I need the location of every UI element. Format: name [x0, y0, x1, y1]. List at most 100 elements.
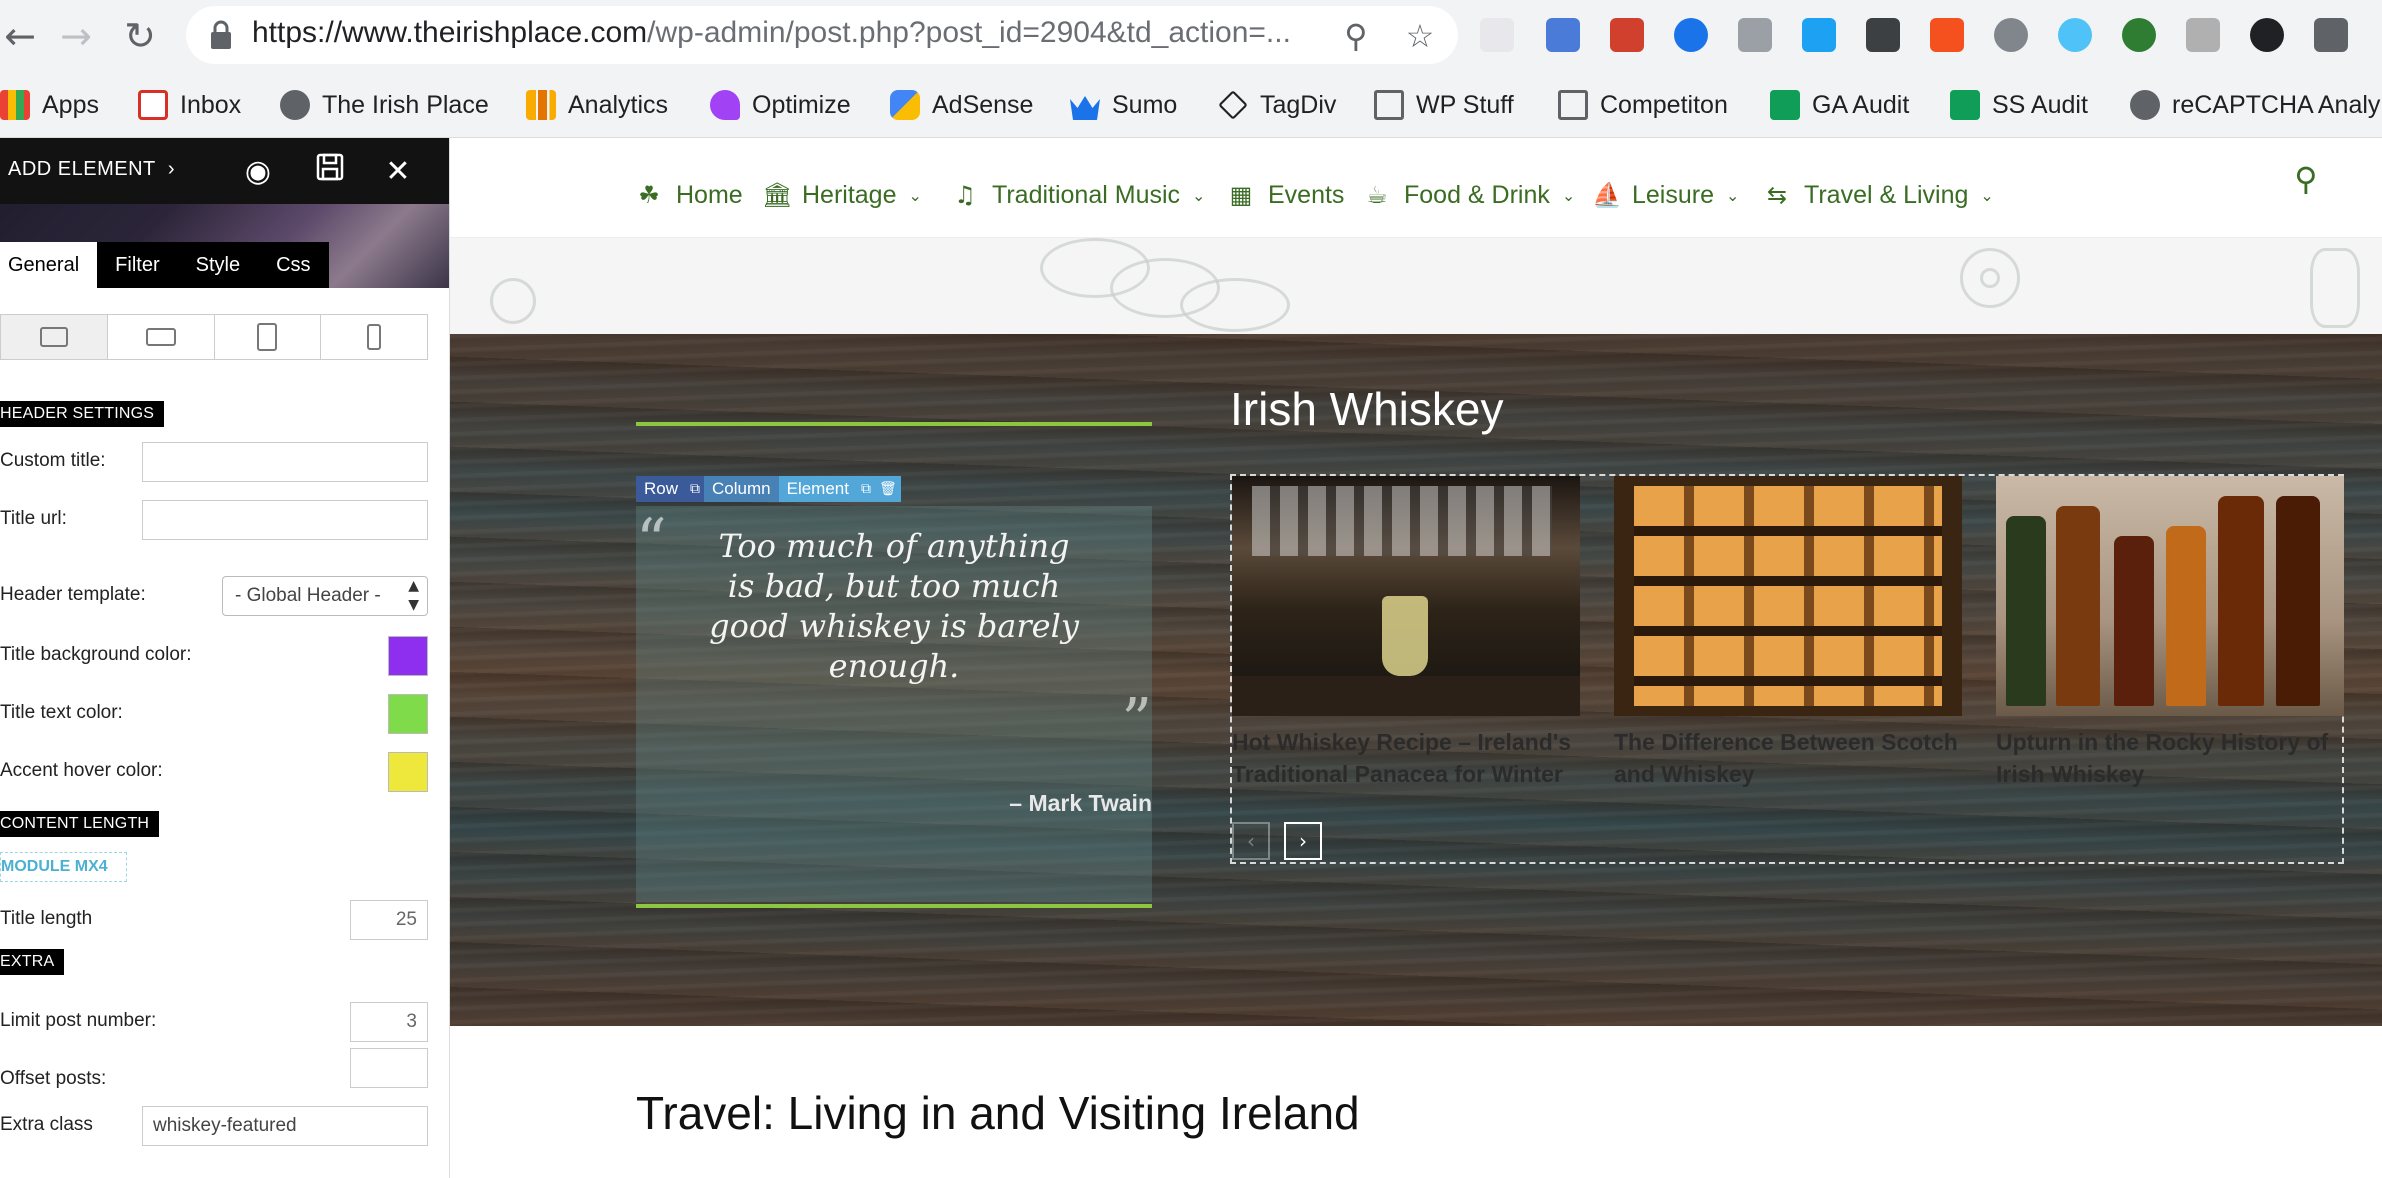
extension-icon[interactable]	[1994, 18, 2028, 52]
zoom-search-icon[interactable]: ⚲	[1336, 16, 1376, 56]
bookmark-recaptcha[interactable]: reCAPTCHA Analy	[2130, 88, 2380, 122]
bookmark-competiton[interactable]: Competiton	[1558, 88, 1728, 122]
gmail-icon	[138, 90, 168, 120]
bookmark-wp-stuff[interactable]: WP Stuff	[1374, 88, 1514, 122]
phone-icon	[367, 324, 382, 350]
featured-posts-module[interactable]: Hot Whiskey Recipe – Ireland's Tradition…	[1230, 474, 2344, 864]
limit-post-number-input[interactable]: 3	[350, 1002, 428, 1042]
bookmarks-bar: Apps Inbox The Irish Place Analytics Opt…	[0, 72, 2382, 138]
nav-events[interactable]: ▦ Events	[1228, 178, 1345, 212]
extension-icon[interactable]	[2250, 18, 2284, 52]
save-icon[interactable]	[310, 152, 350, 192]
bottle-decoration	[2006, 516, 2046, 706]
bookmark-ss-audit[interactable]: SS Audit	[1950, 88, 2088, 122]
extension-icon[interactable]	[1738, 18, 1772, 52]
offset-posts-input[interactable]	[350, 1048, 428, 1088]
tab-general[interactable]: General	[0, 242, 98, 288]
copy-row-icon[interactable]: ⧉	[686, 476, 705, 502]
prev-page-button[interactable]: ‹	[1232, 822, 1270, 860]
bar-glasses-decoration	[1252, 486, 1552, 556]
bookmark-ga-audit[interactable]: GA Audit	[1770, 88, 1909, 122]
back-arrow-icon[interactable]: ←	[0, 14, 40, 58]
bookmark-sumo[interactable]: Sumo	[1070, 88, 1177, 122]
element-handle[interactable]: Element	[778, 476, 857, 502]
twitter-extension-icon[interactable]	[1802, 18, 1836, 52]
extension-icon[interactable]	[1674, 18, 1708, 52]
reload-icon[interactable]: ↻	[120, 14, 160, 58]
quote-box[interactable]: “ Too much of anything is bad, but too m…	[636, 506, 1152, 902]
eye-preview-icon[interactable]: ◉	[238, 152, 278, 192]
globe-icon	[2130, 90, 2160, 120]
bookmark-apps[interactable]: Apps	[0, 88, 99, 122]
extension-icon[interactable]	[1610, 18, 1644, 52]
phone-device-button[interactable]	[321, 315, 427, 359]
tab-style[interactable]: Style	[177, 242, 259, 288]
desktop-device-button[interactable]	[1, 315, 108, 359]
next-page-button[interactable]: ›	[1284, 822, 1322, 860]
delete-element-icon[interactable]: 🗑	[874, 476, 901, 502]
extension-icon[interactable]	[1866, 18, 1900, 52]
close-icon[interactable]: ✕	[378, 152, 418, 192]
extension-icon[interactable]	[2058, 18, 2092, 52]
nav-food-drink[interactable]: ☕ Food & Drink ⌄	[1364, 178, 1575, 212]
quote-bottom-divider	[636, 904, 1152, 908]
header-template-select[interactable]: - Global Header - ▲ ▼	[222, 576, 428, 616]
site-search-icon[interactable]: ⚲	[2286, 160, 2326, 200]
title-url-label: Title url:	[0, 508, 67, 529]
extension-icon[interactable]	[2314, 18, 2348, 52]
nav-leisure[interactable]: ⛵ Leisure ⌄	[1592, 178, 1739, 212]
header-template-value: - Global Header -	[235, 585, 381, 606]
title-text-color-label: Title text color:	[0, 702, 123, 723]
post-thumbnail[interactable]	[1614, 476, 1962, 716]
bookmark-label: Sumo	[1112, 90, 1178, 119]
bookmark-the-irish-place[interactable]: The Irish Place	[280, 88, 489, 122]
bookmark-inbox[interactable]: Inbox	[138, 88, 241, 122]
extension-icon[interactable]	[1930, 18, 1964, 52]
post-title[interactable]: Upturn in the Rocky History of Irish Whi…	[1996, 726, 2344, 790]
post-title[interactable]: Hot Whiskey Recipe – Ireland's Tradition…	[1232, 726, 1580, 790]
open-quote-icon: “	[636, 506, 667, 576]
forward-arrow-icon[interactable]: →	[56, 14, 96, 58]
nav-home[interactable]: ☘ Home	[636, 178, 742, 212]
copy-element-icon[interactable]: ⧉	[856, 476, 875, 502]
tablet-landscape-device-button[interactable]	[108, 315, 215, 359]
title-length-input[interactable]: 25	[350, 900, 428, 940]
tablet-portrait-device-button[interactable]	[215, 315, 322, 359]
bookmark-optimize[interactable]: Optimize	[710, 88, 851, 122]
extension-icon[interactable]	[2122, 18, 2156, 52]
extension-icon[interactable]	[1480, 18, 1514, 52]
column-handle[interactable]: Column	[704, 476, 779, 502]
post-thumbnail[interactable]	[1996, 476, 2344, 716]
bookmark-star-icon[interactable]: ☆	[1400, 16, 1440, 56]
nav-heritage[interactable]: 🏛 Heritage ⌄	[762, 178, 922, 212]
accent-hover-color-swatch[interactable]	[388, 752, 428, 792]
limit-post-number-label: Limit post number:	[0, 1010, 157, 1031]
bookmark-tagdiv[interactable]: TagDiv	[1218, 88, 1336, 122]
extension-icon[interactable]	[2186, 18, 2220, 52]
title-background-color-swatch[interactable]	[388, 636, 428, 676]
nav-label: Traditional Music	[992, 180, 1181, 209]
quote-text: Too much of anything is bad, but too muc…	[709, 527, 1079, 685]
post-card[interactable]: Upturn in the Rocky History of Irish Whi…	[1996, 476, 2344, 790]
bookmark-analytics[interactable]: Analytics	[526, 88, 668, 122]
extension-icon[interactable]	[1546, 18, 1580, 52]
bookmark-label: Optimize	[752, 90, 851, 119]
nav-travel-living[interactable]: ⇆ Travel & Living ⌄	[1764, 178, 1994, 212]
custom-title-input[interactable]	[142, 442, 428, 482]
post-card[interactable]: Hot Whiskey Recipe – Ireland's Tradition…	[1232, 476, 1580, 790]
title-text-color-swatch[interactable]	[388, 694, 428, 734]
tab-filter[interactable]: Filter	[97, 242, 178, 288]
post-card[interactable]: The Difference Between Scotch and Whiske…	[1614, 476, 1962, 790]
bookmark-adsense[interactable]: AdSense	[890, 88, 1033, 122]
nav-traditional-music[interactable]: ♫ Traditional Music ⌄	[952, 178, 1205, 212]
post-thumbnail[interactable]	[1232, 476, 1580, 716]
title-url-input[interactable]	[142, 500, 428, 540]
post-title[interactable]: The Difference Between Scotch and Whiske…	[1614, 726, 1962, 790]
add-element-button[interactable]: ADD ELEMENT ›	[8, 158, 175, 181]
tab-css[interactable]: Css	[258, 242, 329, 288]
folder-icon	[1558, 90, 1588, 120]
custom-title-label: Custom title:	[0, 450, 106, 471]
extra-class-input[interactable]: whiskey-featured	[142, 1106, 428, 1146]
row-handle[interactable]: Row	[636, 476, 687, 502]
section-header-settings: HEADER SETTINGS	[0, 401, 165, 427]
